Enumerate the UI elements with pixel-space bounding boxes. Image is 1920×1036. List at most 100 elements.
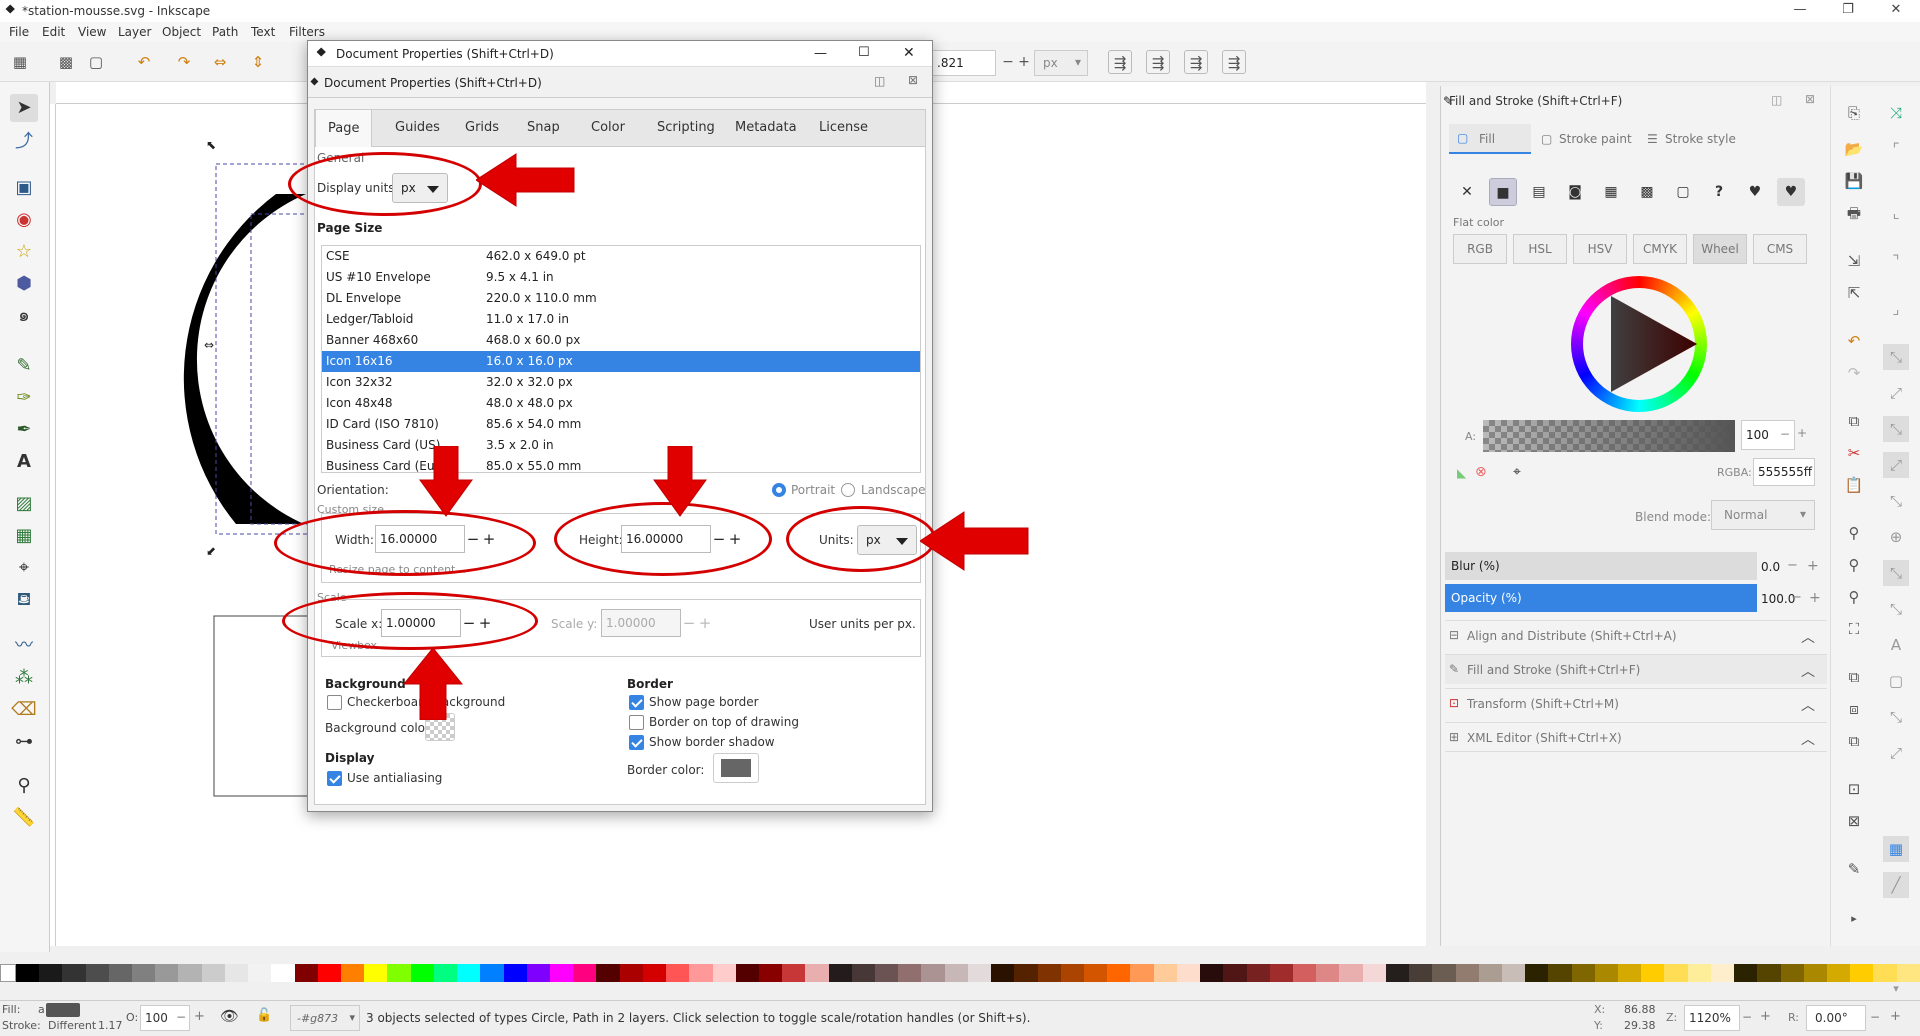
flip-vertical-icon[interactable]: ⇕ — [246, 50, 270, 74]
print-icon[interactable]: 🖶 — [1841, 200, 1867, 226]
group-icon[interactable]: ⊡ — [1841, 776, 1867, 802]
list-item-selected[interactable]: Icon 16x16 16.0 x 16.0 px — [322, 351, 920, 372]
menu-filters[interactable]: Filters — [289, 25, 325, 39]
select-all-icon[interactable]: ▦ — [8, 50, 32, 74]
deselect-icon[interactable]: ▢ — [84, 50, 108, 74]
no-paint-icon[interactable]: ✕ — [1453, 178, 1481, 206]
ungroup-icon[interactable]: ⊠ — [1841, 808, 1867, 834]
minimize-button[interactable]: — — [1780, 2, 1820, 17]
paint-bucket-tool-icon[interactable]: ⛾ — [10, 586, 38, 614]
list-item[interactable]: Icon 32x32 32.0 x 32.0 px — [322, 372, 920, 393]
list-item[interactable]: DL Envelope 220.0 x 110.0 mm — [322, 288, 920, 309]
alpha-minus-icon[interactable]: − — [1780, 427, 1790, 441]
redo-icon[interactable]: ↷ — [1841, 360, 1867, 386]
landscape-radio[interactable] — [841, 483, 855, 497]
fill-rule-evenodd-icon[interactable]: ♥ — [1741, 178, 1769, 206]
alpha-slider[interactable] — [1483, 420, 1735, 452]
zoom-plus-icon[interactable]: + — [1760, 1009, 1771, 1024]
fill-rule-nonzero-icon[interactable]: ♥ — [1777, 178, 1805, 206]
opacity-plus-icon[interactable]: + — [1809, 590, 1821, 606]
list-item[interactable]: Icon 48x48 48.0 x 48.0 px — [322, 393, 920, 414]
snap-midpoint-icon[interactable]: ⌟ — [1883, 296, 1909, 322]
preferences-icon[interactable]: ✎ — [1841, 856, 1867, 882]
mode-hsv[interactable]: HSV — [1573, 234, 1627, 264]
dialog-title-bar[interactable]: ⯁ Document Properties (Shift+Ctrl+D) — ☐… — [308, 41, 932, 67]
layer-select[interactable]: -#g873 ▾ — [290, 1005, 360, 1031]
rectangle-tool-icon[interactable]: ▣ — [10, 174, 38, 202]
spray-tool-icon[interactable]: ⁂ — [10, 664, 38, 692]
menu-layer[interactable]: Layer — [118, 25, 151, 39]
snap-edge-icon[interactable]: ⌞ — [1883, 200, 1909, 226]
flat-color-icon[interactable]: ■ — [1489, 178, 1517, 206]
duplicate-icon[interactable]: ⧉ — [1841, 664, 1867, 690]
scale-stroke-icon[interactable]: ⇶ — [1108, 50, 1132, 74]
height-plus-icon[interactable]: + — [1012, 50, 1036, 74]
blur-minus-icon[interactable]: − — [1787, 558, 1798, 573]
close-panel-icon[interactable]: ⊠ — [908, 73, 918, 87]
paste-icon[interactable]: 📋 — [1841, 472, 1867, 498]
list-item[interactable]: ID Card (ISO 7810) 85.6 x 54.0 mm — [322, 414, 920, 435]
border-shadow-checkbox[interactable] — [629, 735, 644, 750]
rotate-cw-icon[interactable]: ↷ — [172, 50, 196, 74]
snap-guide-icon[interactable]: ⤡ — [1883, 704, 1909, 730]
tab-stroke-style[interactable]: Stroke style — [1665, 132, 1736, 146]
list-item[interactable]: Ledger/Tabloid 11.0 x 17.0 in — [322, 309, 920, 330]
tab-license[interactable]: License — [819, 120, 868, 135]
zoom-selection-icon[interactable]: ⚲ — [1841, 520, 1867, 546]
opacity-minus-icon[interactable]: − — [176, 1010, 186, 1024]
tab-scripting[interactable]: Scripting — [657, 120, 715, 135]
handle-w-icon[interactable]: ⇔ — [204, 338, 214, 352]
calligraphy-tool-icon[interactable]: ✒ — [10, 416, 38, 444]
list-item[interactable]: US #10 Envelope 9.5 x 4.1 in — [322, 267, 920, 288]
close-panel-icon[interactable]: ⊠ — [1805, 92, 1815, 106]
portrait-radio[interactable] — [772, 483, 786, 497]
new-document-icon[interactable]: ⎘ — [1841, 100, 1867, 126]
panel-xml-editor[interactable]: ⊞ XML Editor (Shift+Ctrl+X) ︿ — [1445, 722, 1827, 752]
scale-y-input[interactable]: 1.00000 — [601, 609, 681, 637]
dialog-close-button[interactable]: ✕ — [903, 45, 915, 61]
panel-fill-stroke[interactable]: ✎ Fill and Stroke (Shift+Ctrl+F) ︿ — [1445, 654, 1827, 684]
snap-rotation-icon[interactable]: ⤡ — [1883, 560, 1909, 586]
connector-tool-icon[interactable]: ⊶ — [10, 728, 38, 756]
handle-sw-icon[interactable]: ⬋ — [206, 544, 216, 558]
rotate-minus-icon[interactable]: − — [1870, 1010, 1880, 1024]
mesh-tool-icon[interactable]: ▦ — [10, 522, 38, 550]
ellipse-tool-icon[interactable]: ◉ — [10, 206, 38, 234]
lock-icon[interactable]: 🔓 — [256, 1008, 272, 1023]
mode-cms[interactable]: CMS — [1753, 234, 1807, 264]
snap-cusp-icon[interactable]: ⤡ — [1883, 416, 1909, 442]
snap-bbox-icon[interactable]: ⌜ — [1883, 136, 1909, 162]
tab-color[interactable]: Color — [591, 120, 625, 135]
handle-nw-icon[interactable]: ⬉ — [206, 138, 216, 152]
rotate-ccw-icon[interactable]: ↶ — [132, 50, 156, 74]
border-color-button[interactable] — [713, 753, 759, 783]
mode-hsl[interactable]: HSL — [1513, 234, 1567, 264]
linear-gradient-icon[interactable]: ▤ — [1525, 178, 1553, 206]
zoom-page-icon[interactable]: ⚲ — [1841, 584, 1867, 610]
visibility-eye-icon[interactable]: 👁 — [220, 1007, 239, 1025]
snap-corner-icon[interactable]: ⌝ — [1883, 248, 1909, 274]
export-icon[interactable]: ⇱ — [1841, 280, 1867, 306]
unlink-clone-icon[interactable]: ⧉ — [1841, 728, 1867, 754]
blur-plus-icon[interactable]: + — [1807, 558, 1819, 574]
blur-value[interactable]: 0.0 — [1761, 560, 1780, 574]
mode-rgb[interactable]: RGB — [1453, 234, 1507, 264]
selector-tool-icon[interactable]: ➤ — [10, 94, 38, 122]
tab-grids[interactable]: Grids — [465, 120, 499, 135]
tab-stroke-paint[interactable]: Stroke paint — [1559, 132, 1632, 146]
no-color-swatch[interactable] — [0, 964, 16, 982]
mesh-gradient-icon[interactable]: ▦ — [1597, 178, 1625, 206]
pattern-icon[interactable]: ▩ — [1633, 178, 1661, 206]
more-icon[interactable]: ▸ — [1841, 906, 1867, 932]
list-item[interactable]: Business Card (US) 3.5 x 2.0 in — [322, 435, 920, 456]
snap-nodes-icon[interactable]: ⤡ — [1883, 344, 1909, 370]
zoom-minus-icon[interactable]: − — [1742, 1010, 1752, 1024]
snap-text-baseline-icon[interactable]: ⤡ — [1883, 596, 1909, 622]
unset-paint-icon[interactable]: ? — [1705, 178, 1733, 206]
snap-intersection-icon[interactable]: ⤡ — [1883, 488, 1909, 514]
tab-guides[interactable]: Guides — [395, 120, 440, 135]
close-button[interactable]: ✕ — [1876, 2, 1916, 17]
eraser-tool-icon[interactable]: ⌫ — [10, 696, 38, 724]
select-all-layers-icon[interactable]: ▩ — [54, 50, 78, 74]
save-icon[interactable]: 💾 — [1841, 168, 1867, 194]
